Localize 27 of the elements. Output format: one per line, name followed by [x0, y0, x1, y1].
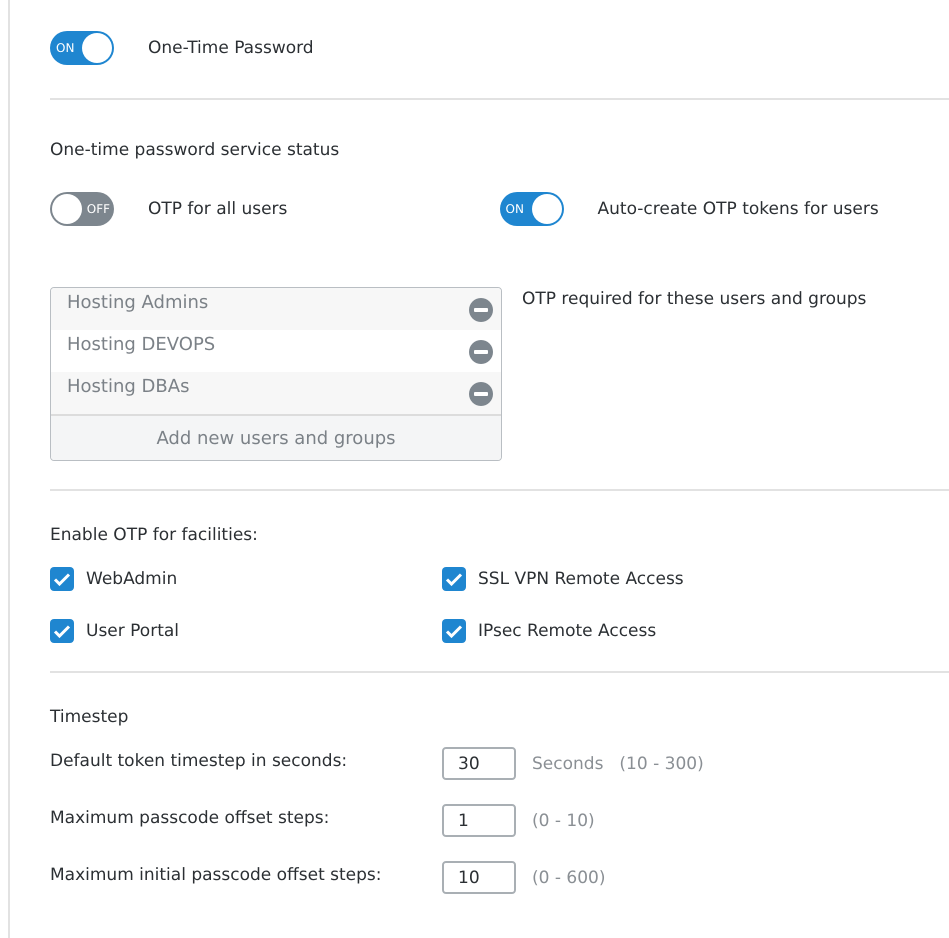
add-button[interactable]: Add new users and groups: [51, 414, 501, 460]
field-label: Maximum passcode offset steps:: [50, 807, 330, 830]
checkbox-label: User Portal: [86, 621, 179, 641]
toggle-switch[interactable]: ON: [50, 31, 114, 65]
list-caption: OTP required for these users and groups: [522, 289, 866, 309]
checkbox-label: IPsec Remote Access: [478, 621, 656, 641]
toggle-label: One-Time Password: [148, 38, 314, 58]
toggle-label: Auto-create OTP tokens for users: [598, 199, 879, 219]
checkbox-label: WebAdmin: [86, 569, 178, 589]
input-field[interactable]: 10: [442, 861, 516, 894]
section-title: Timestep: [50, 707, 130, 727]
input-field[interactable]: 1: [442, 804, 516, 837]
field-label: Maximum initial passcode offset steps:: [50, 864, 382, 887]
field-label: Default token timestep in seconds:: [50, 750, 348, 773]
range-hint: (0 - 10): [532, 810, 595, 830]
toggle-switch[interactable]: OFF: [50, 192, 114, 226]
checkbox-label: SSL VPN Remote Access: [478, 569, 684, 589]
section-title: Enable OTP for facilities:: [50, 525, 259, 545]
toggle-label: OTP for all users: [148, 199, 288, 219]
toggle-switch[interactable]: ON: [500, 192, 564, 226]
unit-label: Seconds: [532, 754, 604, 774]
range-hint: (10 - 300): [619, 754, 704, 774]
section-title: One-time password service status: [50, 140, 340, 160]
range-hint: (0 - 600): [532, 868, 606, 888]
list-item[interactable]: Hosting DBAs: [51, 372, 501, 414]
list-item[interactable]: Hosting Admins: [51, 288, 501, 330]
input-field[interactable]: 30: [442, 747, 516, 780]
